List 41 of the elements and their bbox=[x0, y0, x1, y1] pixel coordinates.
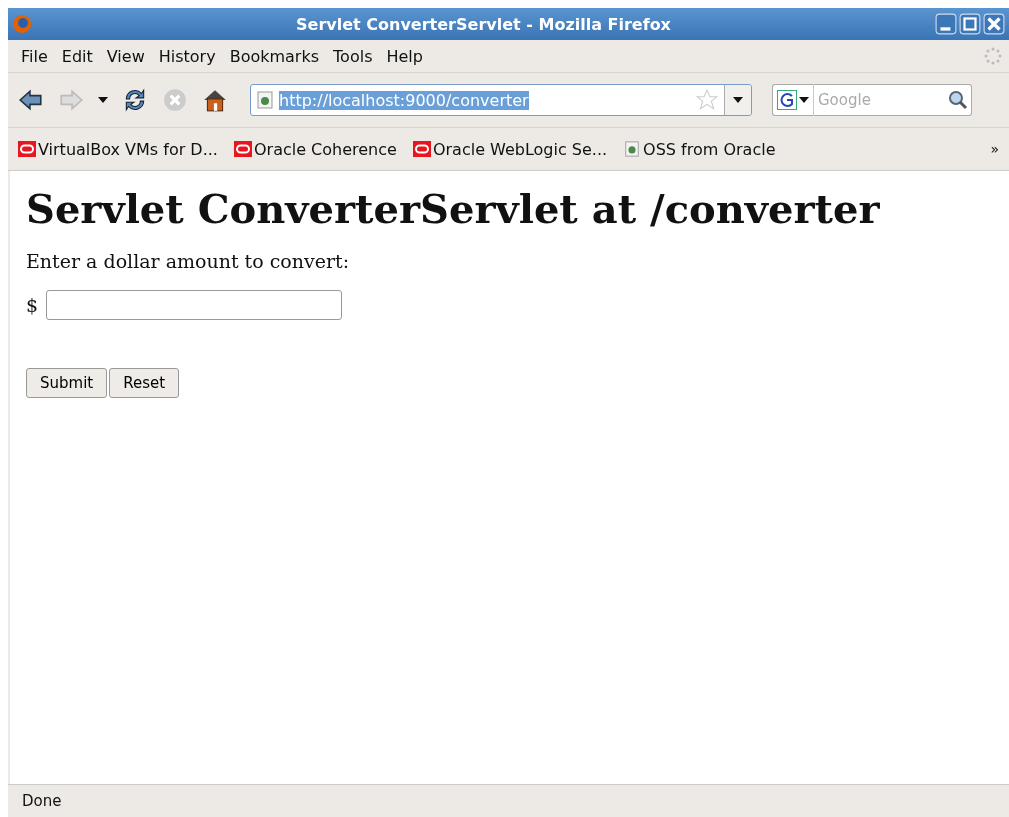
menu-item[interactable]: Bookmarks bbox=[222, 46, 327, 66]
prompt-text: Enter a dollar amount to convert: bbox=[26, 250, 351, 272]
page-icon bbox=[623, 141, 642, 157]
status-text: Done bbox=[22, 792, 62, 810]
bookmark-item[interactable]: OSS from Oracle bbox=[623, 139, 776, 159]
search-icon[interactable] bbox=[948, 90, 968, 110]
window-title: Servlet ConverterServlet - Mozilla Firefox bbox=[295, 14, 672, 34]
form-button[interactable]: Submit bbox=[26, 368, 108, 398]
browser-logo-icon bbox=[12, 14, 32, 34]
dropdown-caret-icon[interactable] bbox=[98, 97, 108, 103]
close-icon[interactable] bbox=[983, 13, 1005, 35]
spinner-icon bbox=[983, 46, 1003, 66]
bookmark-logo-icon bbox=[18, 141, 36, 157]
bookmark-logo-icon bbox=[233, 141, 252, 157]
bookmark-item[interactable]: Oracle Coherence bbox=[233, 139, 397, 159]
menu-item[interactable]: File bbox=[14, 46, 55, 66]
page-icon bbox=[257, 91, 273, 109]
history-dropdown[interactable] bbox=[724, 85, 751, 115]
bookmark-item[interactable]: Oracle WebLogic Se... bbox=[412, 139, 608, 159]
maximize-icon[interactable] bbox=[959, 13, 981, 35]
menu-item[interactable]: Tools bbox=[326, 46, 380, 66]
search-engine-logo-icon bbox=[777, 90, 797, 110]
menu-item[interactable]: Edit bbox=[54, 46, 100, 66]
bookmark-logo-icon bbox=[412, 141, 431, 157]
search-field[interactable]: Google bbox=[814, 84, 972, 116]
bookmark-item[interactable]: VirtualBox VMs for D... bbox=[18, 139, 218, 159]
caret-icon bbox=[733, 97, 743, 103]
star-icon[interactable] bbox=[696, 89, 718, 111]
back-arrow-icon[interactable] bbox=[18, 87, 44, 113]
minimize-icon[interactable] bbox=[935, 13, 957, 35]
search-engine-button[interactable] bbox=[772, 84, 814, 116]
currency-symbol: $ bbox=[26, 294, 39, 316]
amount-field[interactable] bbox=[46, 290, 343, 320]
page-heading: Servlet ConverterServlet at /converter bbox=[26, 185, 881, 232]
bookmarks-overflow-button[interactable]: » bbox=[990, 141, 999, 157]
caret-icon bbox=[799, 97, 809, 103]
menu-item[interactable]: View bbox=[99, 46, 152, 66]
form-button[interactable]: Reset bbox=[109, 368, 180, 398]
menu-item[interactable]: Help bbox=[379, 46, 430, 66]
url-text: http://localhost:9000/converter bbox=[279, 90, 529, 110]
menu-item[interactable]: History bbox=[151, 46, 223, 66]
